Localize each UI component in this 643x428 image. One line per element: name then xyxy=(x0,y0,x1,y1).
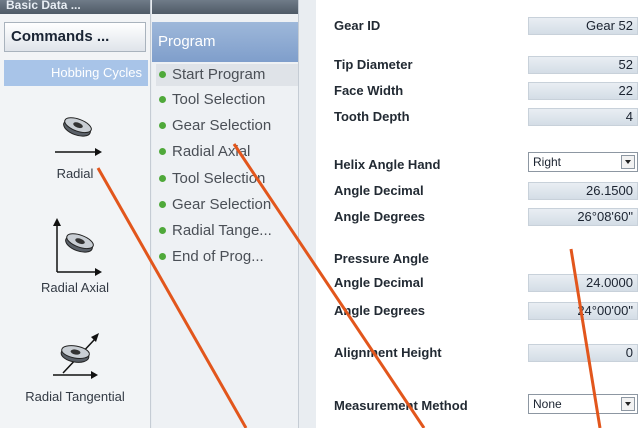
cycle-radial-axial-label: Radial Axial xyxy=(41,280,109,295)
status-dot-icon xyxy=(159,252,166,260)
status-dot-icon xyxy=(159,147,166,155)
helix-angle-degrees-label: Angle Degrees xyxy=(334,209,426,224)
alignment-height-label: Alignment Height xyxy=(334,345,442,360)
hobbing-cycles-header: Hobbing Cycles xyxy=(4,60,148,86)
program-step-label: Tool Selection xyxy=(172,91,266,108)
measurement-method-label: Measurement Method xyxy=(334,398,468,413)
cycle-radial-tangential-label: Radial Tangential xyxy=(25,389,125,404)
program-step-start-program[interactable]: Start Program xyxy=(156,64,298,86)
program-panel: Program Start Program Tool Selection Gea… xyxy=(152,0,299,428)
pressure-angle-title: Pressure Angle xyxy=(334,251,429,266)
status-dot-icon xyxy=(159,200,166,208)
program-step-gear-selection[interactable]: Gear Selection xyxy=(156,115,298,137)
program-header: Program xyxy=(152,22,298,62)
program-step-radial-tangential[interactable]: Radial Tange... xyxy=(156,220,298,242)
commands-button[interactable]: Commands ... xyxy=(4,22,146,52)
helix-angle-hand-select[interactable]: Right xyxy=(528,152,638,172)
gear-id-field[interactable]: Gear 52 xyxy=(528,17,638,35)
alignment-height-field[interactable]: 0 xyxy=(528,344,638,362)
cycles-panel: Basic Data ... Commands ... Hobbing Cycl… xyxy=(0,0,151,428)
program-step-label: Radial Tange... xyxy=(172,222,272,239)
cycle-radial-tangential[interactable]: Radial Tangential xyxy=(4,327,146,404)
radial-cycle-icon xyxy=(4,108,146,158)
program-step-radial-axial[interactable]: Radial Axial xyxy=(156,141,298,163)
gear-parameters-panel: Gear ID Gear 52 Tip Diameter 52 Face Wid… xyxy=(316,0,643,428)
status-dot-icon xyxy=(159,226,166,234)
cycle-radial-label: Radial xyxy=(56,166,94,181)
gear-id-label: Gear ID xyxy=(334,18,381,33)
status-dot-icon xyxy=(159,70,166,78)
helix-angle-decimal-field[interactable]: 26.1500 xyxy=(528,182,638,200)
cycle-radial-axial[interactable]: Radial Axial xyxy=(4,218,146,295)
program-step-tool-selection-2[interactable]: Tool Selection xyxy=(156,168,298,190)
program-step-tool-selection[interactable]: Tool Selection xyxy=(156,89,298,111)
face-width-label: Face Width xyxy=(334,83,404,98)
program-step-label: Gear Selection xyxy=(172,117,272,134)
basic-data-label: Basic Data ... xyxy=(6,0,81,12)
tooth-depth-field[interactable]: 4 xyxy=(528,108,638,126)
measurement-method-value: None xyxy=(533,397,562,411)
face-width-field[interactable]: 22 xyxy=(528,82,638,100)
pressure-angle-degrees-label: Angle Degrees xyxy=(334,303,426,318)
measurement-method-select[interactable]: None xyxy=(528,394,638,414)
helix-angle-decimal-label: Angle Decimal xyxy=(334,183,424,198)
chevron-down-icon[interactable] xyxy=(621,397,635,411)
tip-diameter-field[interactable]: 52 xyxy=(528,56,638,74)
helix-angle-degrees-field[interactable]: 26°08'60" xyxy=(528,208,638,226)
status-dot-icon xyxy=(159,174,166,182)
tip-diameter-label: Tip Diameter xyxy=(334,57,413,72)
radial-axial-cycle-icon xyxy=(4,218,146,276)
helix-angle-hand-value: Right xyxy=(533,155,562,169)
basic-data-tab[interactable]: Basic Data ... xyxy=(0,0,150,14)
program-step-label: Radial Axial xyxy=(172,143,251,160)
status-dot-icon xyxy=(159,95,166,103)
radial-tangential-cycle-icon xyxy=(4,327,146,385)
helix-angle-hand-label: Helix Angle Hand xyxy=(334,157,441,172)
pressure-angle-decimal-field[interactable]: 24.0000 xyxy=(528,274,638,292)
status-dot-icon xyxy=(159,121,166,129)
pressure-angle-decimal-label: Angle Decimal xyxy=(334,275,424,290)
tooth-depth-label: Tooth Depth xyxy=(334,109,410,124)
program-step-end-of-program[interactable]: End of Prog... xyxy=(156,246,298,268)
program-step-label: End of Prog... xyxy=(172,248,264,265)
cycle-radial[interactable]: Radial xyxy=(4,108,146,181)
pressure-angle-degrees-field[interactable]: 24°00'00" xyxy=(528,302,638,320)
program-step-label: Start Program xyxy=(172,66,266,83)
chevron-down-icon[interactable] xyxy=(621,155,635,169)
middle-top-strip xyxy=(152,0,298,14)
program-step-label: Gear Selection xyxy=(172,196,272,213)
program-step-gear-selection-2[interactable]: Gear Selection xyxy=(156,194,298,216)
program-step-label: Tool Selection xyxy=(172,170,266,187)
